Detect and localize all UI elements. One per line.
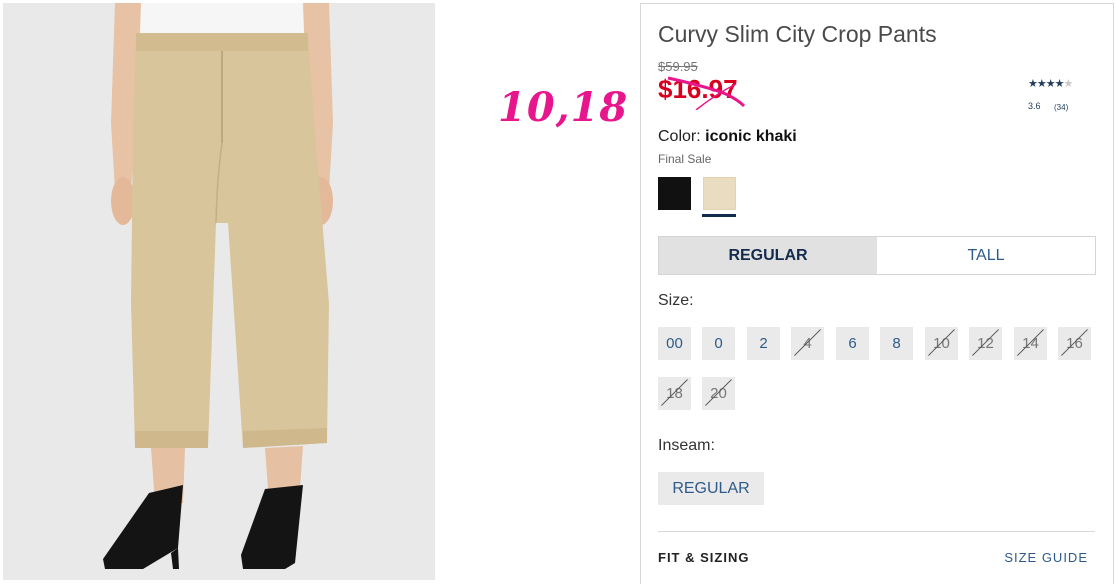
size-option-8[interactable]: 8 bbox=[880, 327, 913, 360]
inseam-label: Inseam: bbox=[658, 437, 715, 454]
swatch-black[interactable] bbox=[658, 177, 691, 210]
rating-value: 3.6 bbox=[1028, 101, 1041, 111]
section-divider bbox=[658, 531, 1095, 532]
fit-tabs: REGULAR TALL bbox=[658, 236, 1096, 275]
product-title: Curvy Slim City Crop Pants bbox=[658, 21, 937, 47]
tab-regular[interactable]: REGULAR bbox=[659, 237, 877, 274]
rating-stars-icon: ★★★★★ bbox=[1028, 78, 1073, 90]
color-selection-label: Color: iconic khaki bbox=[658, 128, 797, 146]
swatch-iconic-khaki[interactable] bbox=[703, 177, 736, 210]
size-option-20-unavailable[interactable]: 20 bbox=[702, 377, 735, 410]
tab-tall[interactable]: TALL bbox=[877, 237, 1095, 274]
size-option-16-unavailable[interactable]: 16 bbox=[1058, 327, 1091, 360]
size-option-4-unavailable[interactable]: 4 bbox=[791, 327, 824, 360]
size-option-18-unavailable[interactable]: 18 bbox=[658, 377, 691, 410]
size-option-10-unavailable[interactable]: 10 bbox=[925, 327, 958, 360]
fit-sizing-heading[interactable]: FIT & SIZING bbox=[658, 550, 749, 565]
handwritten-price-note: 10,18 bbox=[498, 84, 629, 131]
size-label: Size: bbox=[658, 292, 694, 309]
product-image bbox=[3, 3, 435, 580]
rating-summary[interactable]: ★★★★★ 3.6 (34) bbox=[1028, 77, 1098, 112]
size-option-14-unavailable[interactable]: 14 bbox=[1014, 327, 1047, 360]
size-option-12-unavailable[interactable]: 12 bbox=[969, 327, 1002, 360]
size-guide-link[interactable]: SIZE GUIDE bbox=[1004, 550, 1088, 565]
size-option-6[interactable]: 6 bbox=[836, 327, 869, 360]
size-option-0[interactable]: 0 bbox=[702, 327, 735, 360]
product-info-panel: Curvy Slim City Crop Pants $59.95 $16.97… bbox=[640, 3, 1114, 584]
rating-count[interactable]: (34) bbox=[1054, 103, 1068, 112]
color-label: Color: bbox=[658, 128, 701, 145]
final-sale-note: Final Sale bbox=[658, 152, 712, 166]
selected-swatch-indicator bbox=[702, 214, 736, 217]
size-option-00[interactable]: 00 bbox=[658, 327, 691, 360]
color-name: iconic khaki bbox=[705, 128, 797, 145]
price-scribble-mark bbox=[667, 76, 746, 110]
inseam-option-regular[interactable]: REGULAR bbox=[658, 472, 764, 505]
product-photo[interactable] bbox=[3, 3, 435, 580]
size-option-2[interactable]: 2 bbox=[747, 327, 780, 360]
